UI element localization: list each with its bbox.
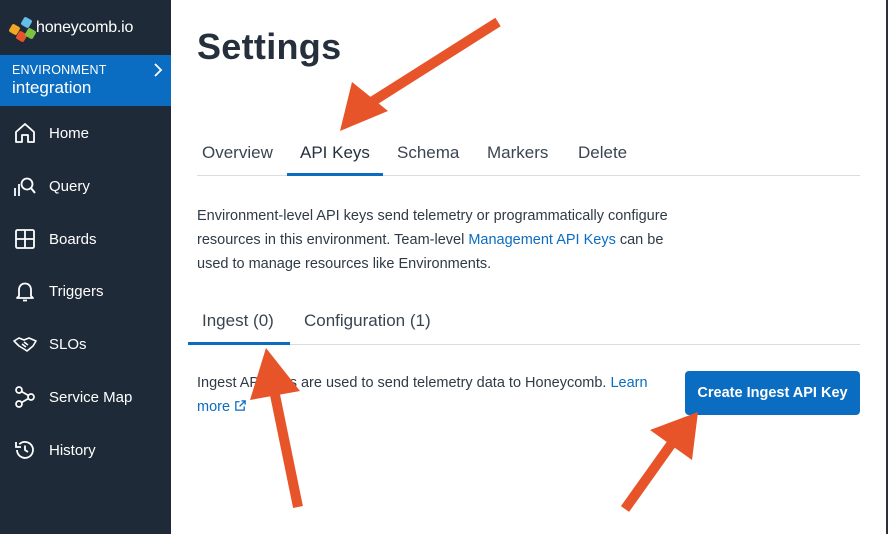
api-keys-description: Environment-level API keys send telemetr…: [197, 204, 687, 276]
service-map-icon: [15, 386, 35, 408]
tab-api-keys[interactable]: API Keys: [300, 143, 370, 163]
annotation-arrow-icon: [340, 17, 501, 131]
settings-tabs: Overview API Keys Schema Markers Delete: [197, 140, 860, 176]
home-icon: [15, 123, 35, 143]
query-icon: [14, 177, 36, 196]
sidebar-item-label: Home: [49, 124, 90, 142]
management-api-keys-link[interactable]: Management API Keys: [468, 232, 616, 248]
boards-icon: [15, 229, 35, 249]
create-ingest-api-key-button[interactable]: Create Ingest API Key: [685, 371, 860, 415]
sidebar-item-label: SLOs: [49, 335, 87, 353]
sidebar-item-triggers[interactable]: Triggers: [0, 271, 171, 311]
sidebar-item-label: History: [49, 441, 96, 459]
page-title: Settings: [197, 26, 342, 67]
sidebar-item-home[interactable]: Home: [0, 113, 171, 153]
ingest-description: Ingest API keys are used to send telemet…: [197, 371, 681, 419]
api-key-type-tabs: Ingest (0) Configuration (1): [188, 308, 860, 345]
sidebar-item-boards[interactable]: Boards: [0, 219, 171, 259]
annotation-arrow-icon: [620, 412, 698, 512]
environment-name: integration: [12, 78, 92, 97]
environment-label: ENVIRONMENT: [12, 63, 107, 77]
ingest-text: Ingest API keys are used to send telemet…: [197, 375, 611, 391]
chevron-right-icon: [154, 63, 163, 77]
honeycomb-logo-icon: [8, 11, 37, 45]
brand-logo[interactable]: honeycomb.io: [0, 0, 171, 55]
sidebar-item-history[interactable]: History: [0, 430, 171, 470]
sidebar-item-label: Service Map: [49, 388, 133, 406]
sidebar-item-slos[interactable]: SLOs: [0, 324, 171, 364]
sidebar-item-query[interactable]: Query: [0, 166, 171, 206]
sidebar-item-label: Triggers: [49, 282, 104, 300]
sidebar-item-label: Query: [49, 177, 90, 195]
external-link-icon: [235, 400, 246, 411]
history-icon: [15, 441, 34, 459]
tab-markers[interactable]: Markers: [487, 143, 548, 163]
active-tab-indicator: [287, 173, 383, 176]
sidebar-item-label: Boards: [49, 230, 97, 248]
tab-schema[interactable]: Schema: [397, 143, 459, 163]
bell-icon: [16, 282, 34, 302]
active-subtab-indicator: [188, 342, 290, 345]
sidebar-item-service-map[interactable]: Service Map: [0, 377, 171, 417]
tab-delete[interactable]: Delete: [578, 143, 627, 163]
environment-switcher[interactable]: ENVIRONMENT integration: [0, 55, 171, 106]
tab-configuration[interactable]: Configuration (1): [304, 311, 431, 331]
sidebar: honeycomb.io ENVIRONMENT integration Hom…: [0, 0, 171, 534]
tab-ingest[interactable]: Ingest (0): [202, 311, 274, 331]
handshake-icon: [13, 337, 37, 352]
tab-overview[interactable]: Overview: [202, 143, 273, 163]
brand-name: honeycomb.io: [36, 18, 134, 36]
